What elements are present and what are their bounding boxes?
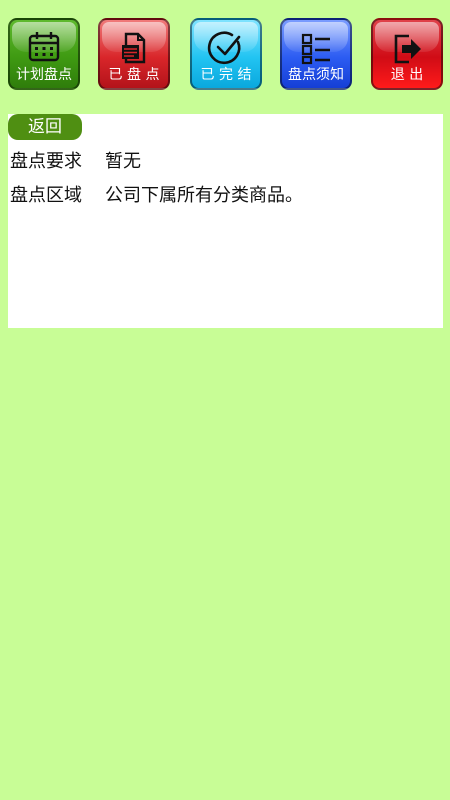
area-key: 盘点区域 [10, 185, 82, 206]
plan-inventory-label: 计划盘点 [16, 67, 72, 83]
requirement-row: 盘点要求 暂无 [10, 150, 141, 174]
check-circle-icon [207, 31, 241, 65]
top-toolbar: 计划盘点 已 盘 点 已 完 结 盘点须知 退 出 [0, 0, 450, 100]
calendar-icon [28, 32, 60, 62]
back-button[interactable]: 返回 [8, 114, 82, 140]
inventory-notice-button[interactable]: 盘点须知 [280, 18, 352, 90]
inventory-detail-panel: 返回 盘点要求 暂无 盘点区域 公司下属所有分类商品。 [8, 114, 443, 328]
counted-button[interactable]: 已 盘 点 [98, 18, 170, 90]
list-icon [301, 33, 330, 65]
document-icon [122, 32, 146, 64]
requirement-key: 盘点要求 [10, 151, 82, 172]
exit-button[interactable]: 退 出 [371, 18, 443, 90]
exit-label: 退 出 [390, 67, 424, 83]
plan-inventory-button[interactable]: 计划盘点 [8, 18, 80, 90]
counted-label: 已 盘 点 [108, 67, 160, 83]
exit-icon [394, 34, 421, 64]
area-row: 盘点区域 公司下属所有分类商品。 [10, 184, 303, 208]
inventory-notice-label: 盘点须知 [288, 67, 344, 83]
requirement-value: 暂无 [105, 151, 141, 172]
finished-label: 已 完 结 [200, 67, 252, 83]
area-value: 公司下属所有分类商品。 [105, 185, 303, 206]
finished-button[interactable]: 已 完 结 [190, 18, 262, 90]
